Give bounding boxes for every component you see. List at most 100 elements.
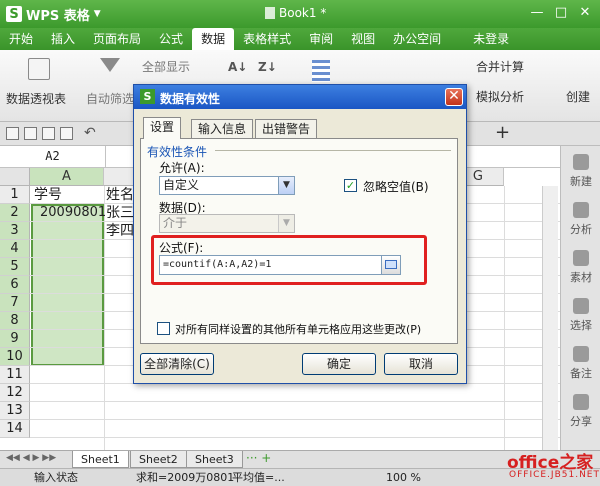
- cell-b3[interactable]: 李四: [106, 222, 134, 240]
- side-panel-item-6[interactable]: 分享: [561, 394, 600, 429]
- row-header-5[interactable]: 5: [0, 258, 30, 276]
- cell-b2[interactable]: 张三: [106, 204, 134, 222]
- menu-5[interactable]: 数据: [192, 28, 235, 50]
- tab-error-alert[interactable]: 出错警告: [255, 119, 318, 138]
- row-header-10[interactable]: 10: [0, 348, 30, 366]
- grid-line: [30, 419, 560, 420]
- tab-nav-first-icon[interactable]: ◀◀ ◀ ▶ ▶▶: [6, 453, 56, 463]
- menu-3[interactable]: 页面布局: [84, 28, 150, 50]
- range-picker-icon[interactable]: [381, 256, 400, 274]
- simulate-analysis-button[interactable]: 模拟分析: [476, 88, 524, 105]
- menu-9[interactable]: 办公空间: [384, 28, 450, 50]
- dialog-title-bar[interactable]: S 数据有效性: [134, 85, 466, 109]
- menu-4[interactable]: 公式: [150, 28, 192, 50]
- show-all-button[interactable]: 全部显示: [142, 58, 190, 75]
- menu-7[interactable]: 审阅: [300, 28, 342, 50]
- menu-2[interactable]: 插入: [42, 28, 84, 50]
- name-box[interactable]: A2: [0, 146, 106, 168]
- create-button[interactable]: 创建: [566, 88, 590, 105]
- tab-settings[interactable]: 设置: [143, 117, 182, 139]
- menu-8[interactable]: 视图: [342, 28, 384, 50]
- filter-icon: [100, 58, 120, 72]
- pivot-icon: [28, 58, 50, 80]
- maximize-button[interactable]: □: [550, 4, 572, 22]
- row-header-4[interactable]: 4: [0, 240, 30, 258]
- cell-a1[interactable]: 学号: [34, 186, 62, 204]
- row-header-14[interactable]: 14: [0, 420, 30, 438]
- tab-input-message[interactable]: 输入信息: [191, 119, 254, 138]
- sort-desc-icon[interactable]: Z↓: [258, 60, 277, 74]
- select-all-corner[interactable]: [0, 168, 30, 186]
- chevron-down-icon: ▼: [278, 177, 294, 194]
- side-panel-item-3[interactable]: 素材: [561, 250, 600, 285]
- ignore-blank-checkbox[interactable]: ✓: [344, 179, 357, 192]
- save-icon[interactable]: [24, 127, 37, 140]
- side-panel-icon: [573, 394, 589, 410]
- status-average: 平均值=...: [232, 471, 285, 484]
- autofilter-button[interactable]: 自动筛选: [86, 90, 134, 107]
- allow-value: 自定义: [163, 178, 200, 192]
- row-header-12[interactable]: 12: [0, 384, 30, 402]
- print-icon[interactable]: [42, 127, 55, 140]
- sheet-tab-1[interactable]: Sheet1: [72, 451, 129, 468]
- data-value: 介于: [163, 216, 188, 230]
- dialog-title: 数据有效性: [160, 92, 221, 106]
- side-panel-item-2[interactable]: 分析: [561, 202, 600, 237]
- title-bar: S WPS 表格 ▼ Book1 * — □ ✕: [0, 0, 600, 28]
- formula-input[interactable]: =countif(A:A,A2)=1: [159, 255, 401, 275]
- selected-range: [31, 204, 104, 366]
- row-header-8[interactable]: 8: [0, 312, 30, 330]
- menu-1[interactable]: 开始: [0, 28, 42, 50]
- row-header-2[interactable]: 2: [0, 204, 30, 222]
- add-sheet-icon[interactable]: ··· +: [246, 451, 271, 465]
- vertical-scrollbar[interactable]: [542, 186, 558, 450]
- row-header-1[interactable]: 1: [0, 186, 30, 204]
- preview-icon[interactable]: [60, 127, 73, 140]
- undo-icon[interactable]: ↶: [84, 125, 96, 141]
- allow-label: 允许(A):: [159, 161, 205, 175]
- allow-select[interactable]: 自定义 ▼: [159, 176, 295, 195]
- clear-all-button[interactable]: 全部清除(C): [140, 353, 214, 375]
- sheet-tab-2[interactable]: Sheet2: [130, 451, 187, 468]
- side-panel-item-1[interactable]: 新建: [561, 154, 600, 189]
- merge-calc-button[interactable]: 合并计算: [476, 58, 524, 75]
- table-icon[interactable]: [312, 60, 330, 82]
- data-select: 介于 ▼: [159, 214, 295, 233]
- document-title: Book1 *: [265, 6, 326, 20]
- row-header-7[interactable]: 7: [0, 294, 30, 312]
- minimize-button[interactable]: —: [526, 4, 548, 22]
- close-icon[interactable]: ✕: [445, 88, 463, 106]
- row-header-11[interactable]: 11: [0, 366, 30, 384]
- row-header-3[interactable]: 3: [0, 222, 30, 240]
- menu-bar: 开始 插入 页面布局 公式 数据 表格样式 审阅 视图 办公空间 未登录: [0, 28, 600, 50]
- cell-b1[interactable]: 姓名: [106, 186, 134, 204]
- row-header-9[interactable]: 9: [0, 330, 30, 348]
- cell-a2[interactable]: 20090801: [40, 204, 106, 222]
- row-header-13[interactable]: 13: [0, 402, 30, 420]
- pivot-table-button[interactable]: 数据透视表: [6, 90, 66, 107]
- close-window-button[interactable]: ✕: [574, 4, 596, 22]
- sort-icon[interactable]: A↓: [228, 60, 247, 74]
- open-icon[interactable]: [6, 127, 19, 140]
- app-menu-button[interactable]: S WPS 表格 ▼: [6, 4, 101, 24]
- side-panel-item-4[interactable]: 选择: [561, 298, 600, 333]
- side-panel-icon: [573, 298, 589, 314]
- formula-value: =countif(A:A,A2)=1: [163, 259, 272, 270]
- side-panel: 新建分析素材选择备注分享: [560, 146, 600, 450]
- cancel-button[interactable]: 取消: [384, 353, 458, 375]
- validation-criteria-label: 有效性条件: [147, 145, 208, 159]
- side-panel-label: 备注: [570, 367, 592, 380]
- sheet-tab-3[interactable]: Sheet3: [186, 451, 243, 468]
- menu-6[interactable]: 表格样式: [234, 28, 300, 50]
- grid-column-line: [104, 186, 105, 450]
- menu-10[interactable]: 未登录: [464, 28, 518, 50]
- side-panel-item-5[interactable]: 备注: [561, 346, 600, 381]
- add-tab-icon[interactable]: +: [495, 122, 510, 143]
- ok-button[interactable]: 确定: [302, 353, 376, 375]
- column-header-a[interactable]: A: [30, 168, 104, 186]
- zoom-level[interactable]: 100 %: [386, 469, 421, 486]
- row-header-6[interactable]: 6: [0, 276, 30, 294]
- apply-all-checkbox[interactable]: [157, 322, 170, 335]
- side-panel-label: 分析: [570, 223, 592, 236]
- grid-line: [30, 437, 560, 438]
